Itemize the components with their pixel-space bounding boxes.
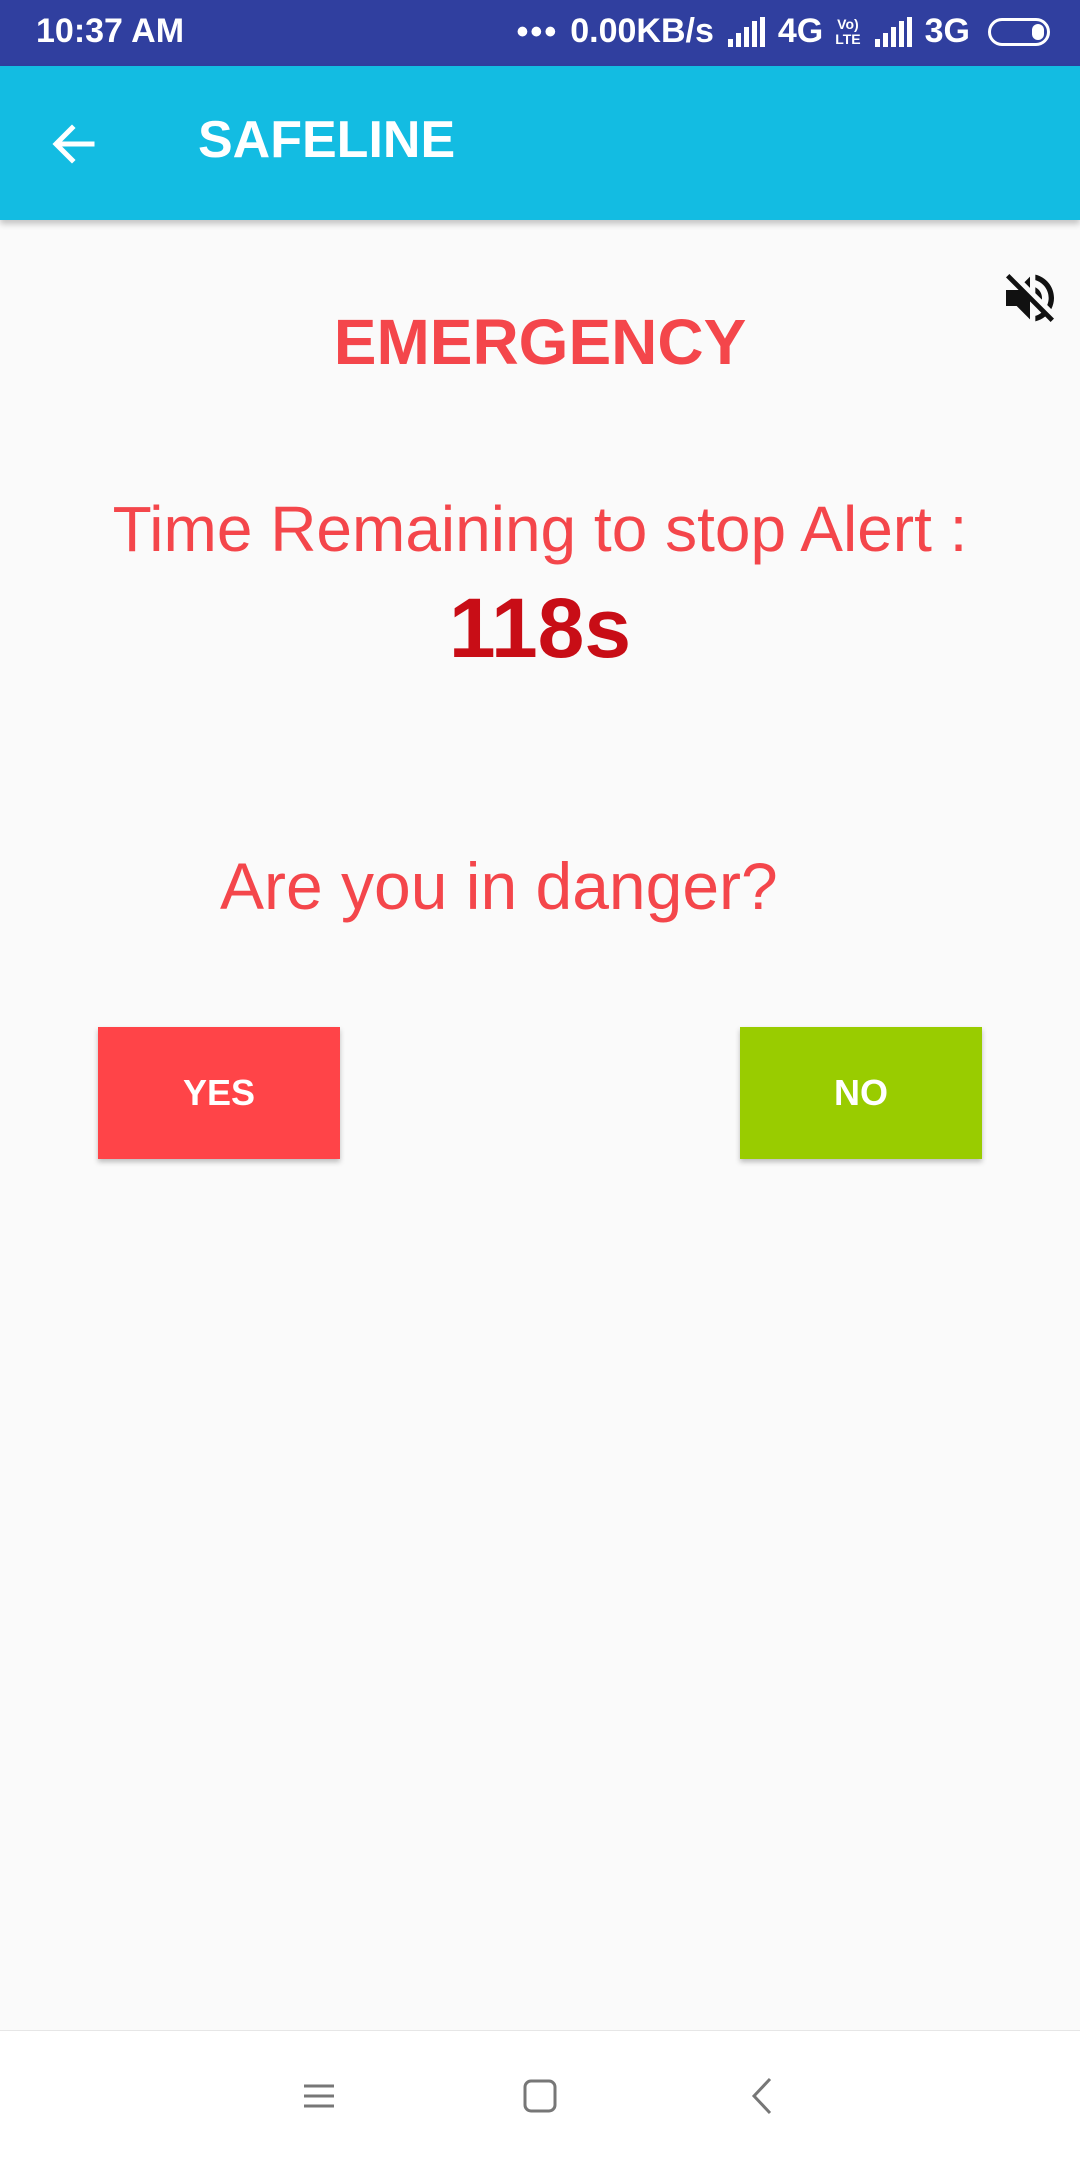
arrow-left-icon[interactable] [44,114,104,174]
emergency-heading: EMERGENCY [333,306,747,378]
network-type-4g: 4G [777,12,824,50]
battery-fill [1032,23,1044,40]
volte-bottom: LTE [835,30,861,47]
yes-button[interactable]: YES [98,1027,340,1159]
more-notifications-icon: ••• [516,12,559,51]
status-bar: 10:37 AM ••• 0.00KB/s 4G Vo) LTE 3G [0,0,1080,66]
volte-top: Vo) [837,15,859,32]
signal-icon-2 [874,16,912,47]
app-bar: SAFELINE [0,66,1080,220]
timer-label: Time Remaining to stop Alert : [112,493,968,565]
timer-value: 118s [448,581,632,675]
danger-question: Are you in danger? [220,849,778,923]
network-type-3g: 3G [924,12,970,50]
navigation-bar [0,2030,1080,2161]
volte-icon: Vo) LTE [835,15,861,47]
status-indicators: ••• 0.00KB/s 4G Vo) LTE 3G [517,12,1050,51]
status-time: 10:37 AM [36,12,185,50]
app-title: SAFELINE [198,111,456,169]
battery-icon [988,17,1050,46]
net-speed: 0.00KB/s [570,12,714,50]
back-chevron-icon[interactable] [740,2071,790,2121]
menu-icon[interactable] [294,2071,344,2121]
signal-icon [727,16,765,47]
no-button[interactable]: NO [740,1027,982,1159]
home-square-icon[interactable] [515,2071,565,2121]
